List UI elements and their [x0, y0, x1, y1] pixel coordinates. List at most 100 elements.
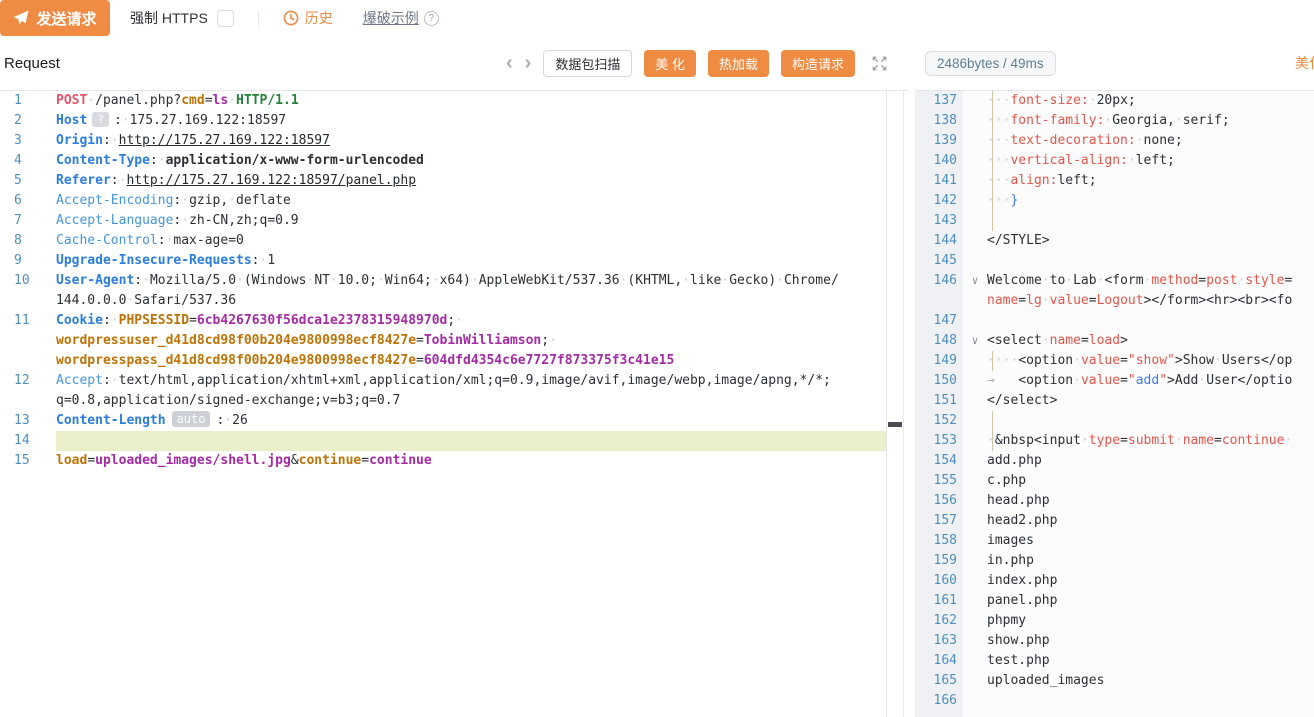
response-panel: 2486bytes / 49ms 美化 137···font-size:·20p… — [915, 36, 1314, 717]
token: load — [1089, 333, 1120, 348]
whitespace-dot: · — [224, 413, 232, 428]
code-text: index.php — [987, 571, 1314, 591]
whitespace-dot: · — [549, 333, 557, 348]
line-number: 9 — [0, 251, 56, 271]
token: = — [1120, 373, 1128, 388]
code-text: ···text-decoration:·none; — [987, 131, 1314, 151]
code-text: Accept-Encoding:·gzip,·deflate — [56, 191, 886, 211]
token: left; — [1057, 173, 1096, 188]
line-number: 15 — [0, 451, 56, 471]
code-text: Cache-Control:·max-age=0 — [56, 231, 886, 251]
token: add.php — [987, 453, 1042, 468]
fold-arrow-icon[interactable]: ∨ — [963, 271, 987, 291]
code-line: 10User-Agent:·Mozilla/5.0·(Windows·NT·10… — [0, 271, 886, 291]
request-editor-scrollbar[interactable] — [886, 91, 904, 717]
hot-reload-button[interactable]: 热加载 — [708, 50, 769, 77]
history-next-icon[interactable]: › — [525, 53, 532, 73]
line-number: 140 — [915, 151, 963, 171]
code-line: 8Cache-Control:·max-age=0 — [0, 231, 886, 251]
top-toolbar: 发送请求 强制 HTTPS 历史 爆破示例 ? — [0, 0, 1314, 36]
line-number: 165 — [915, 671, 963, 691]
whitespace-dot: · — [1073, 353, 1081, 368]
token: Upgrade-Insecure-Requests — [56, 253, 252, 268]
token: continue — [299, 453, 362, 468]
panel-divider[interactable] — [908, 36, 915, 717]
request-panel-title: Request — [0, 55, 60, 72]
blast-example-link[interactable]: 爆破示例 ? — [363, 8, 439, 28]
history-button[interactable]: 历史 — [283, 8, 333, 28]
force-https-checkbox[interactable] — [217, 10, 234, 27]
token: 6cb4267630f56dca1e2378315948970d — [197, 313, 447, 328]
token: cmd — [181, 93, 204, 108]
code-text: test.php — [987, 651, 1314, 671]
whitespace-dot: · — [87, 93, 95, 108]
beautify-button[interactable]: 美 化 — [644, 50, 696, 77]
whitespace-dot: · — [158, 153, 166, 168]
code-line: 12Accept:·text/html,application/xhtml+xm… — [0, 371, 886, 391]
token: &nbsp<input — [995, 433, 1081, 448]
indent-guide-line — [992, 411, 993, 431]
fold-spacer — [963, 571, 987, 591]
whitespace-dot: · — [111, 313, 119, 328]
code-text: wordpressuser_d41d8cd98f00b204e9800998ec… — [56, 331, 886, 351]
fold-spacer — [963, 431, 987, 451]
code-line: 4Content-Type:·application/x-www-form-ur… — [0, 151, 886, 171]
token: submit — [1128, 433, 1175, 448]
indent-guide-line — [992, 211, 993, 231]
token: : — [252, 253, 260, 268]
fold-spacer — [963, 551, 987, 571]
construct-request-button[interactable]: 构造请求 — [781, 50, 855, 77]
code-text: load=uploaded_images/shell.jpg&continue=… — [56, 451, 886, 471]
fold-arrow-icon[interactable]: ∨ — [963, 331, 987, 351]
code-line: 15load=uploaded_images/shell.jpg&continu… — [0, 451, 886, 471]
token: index.php — [987, 573, 1057, 588]
history-prev-icon[interactable]: ‹ — [506, 53, 513, 73]
code-line: 143 — [915, 211, 1314, 231]
token: test.php — [987, 653, 1050, 668]
whitespace-dot: · — [995, 173, 1003, 188]
token: Content-Length — [56, 413, 166, 428]
code-text: Origin:·http://175.27.169.122:18597 — [56, 131, 886, 151]
code-line: 149····<option·value="show">Show·Users</… — [915, 351, 1314, 371]
token: uploaded_images/shell.jpg — [95, 453, 291, 468]
token: method — [1151, 273, 1198, 288]
token: : — [134, 273, 142, 288]
code-text: Cookie:·PHPSESSID=6cb4267630f56dca1e2378… — [56, 311, 886, 331]
line-number: 10 — [0, 271, 56, 291]
whitespace-dot: · — [1136, 133, 1144, 148]
code-line: 162phpmy — [915, 611, 1314, 631]
code-line: name=lg·value=Logout></form><hr><br><fo — [915, 291, 1314, 311]
packet-scan-button[interactable]: 数据包扫描 — [543, 50, 632, 77]
token: User-Agent — [56, 273, 134, 288]
whitespace-dot: · — [987, 433, 995, 448]
response-beautify-button[interactable]: 美化 — [1295, 53, 1314, 73]
token: 144.0.0.0 — [56, 293, 126, 308]
code-line: 141···align:left; — [915, 171, 1314, 191]
response-editor[interactable]: 137···font-size:·20px;138···font-family:… — [915, 91, 1314, 717]
line-number: 138 — [915, 111, 963, 131]
token: Cookie — [56, 313, 103, 328]
token: ></form><hr><br><fo — [1144, 293, 1293, 308]
whitespace-dot: · — [987, 133, 995, 148]
code-text: ···} — [987, 191, 1314, 211]
request-editor[interactable]: 1POST·/panel.php?cmd=ls·HTTP/1.12Host?:·… — [0, 91, 908, 717]
token: style — [1245, 273, 1284, 288]
line-number — [0, 391, 56, 411]
code-line: 156head.php — [915, 491, 1314, 511]
whitespace-dot: · — [471, 273, 479, 288]
token: " — [1128, 373, 1136, 388]
token: = — [1081, 333, 1089, 348]
token: value — [1050, 293, 1089, 308]
send-request-button[interactable]: 发送请求 — [0, 0, 110, 36]
main-split: Request ‹ › 数据包扫描 美 化 热加载 构造请求 — [0, 36, 1314, 717]
code-text: phpmy — [987, 611, 1314, 631]
whitespace-dot: · — [1042, 273, 1050, 288]
line-number — [0, 351, 56, 371]
token: in.php — [987, 553, 1034, 568]
fullscreen-icon[interactable] — [871, 55, 888, 72]
token: Cache-Control — [56, 233, 158, 248]
line-number: 149 — [915, 351, 963, 371]
token: " — [1159, 373, 1167, 388]
code-line: wordpressuser_d41d8cd98f00b204e9800998ec… — [0, 331, 886, 351]
whitespace-dot: · — [377, 273, 385, 288]
